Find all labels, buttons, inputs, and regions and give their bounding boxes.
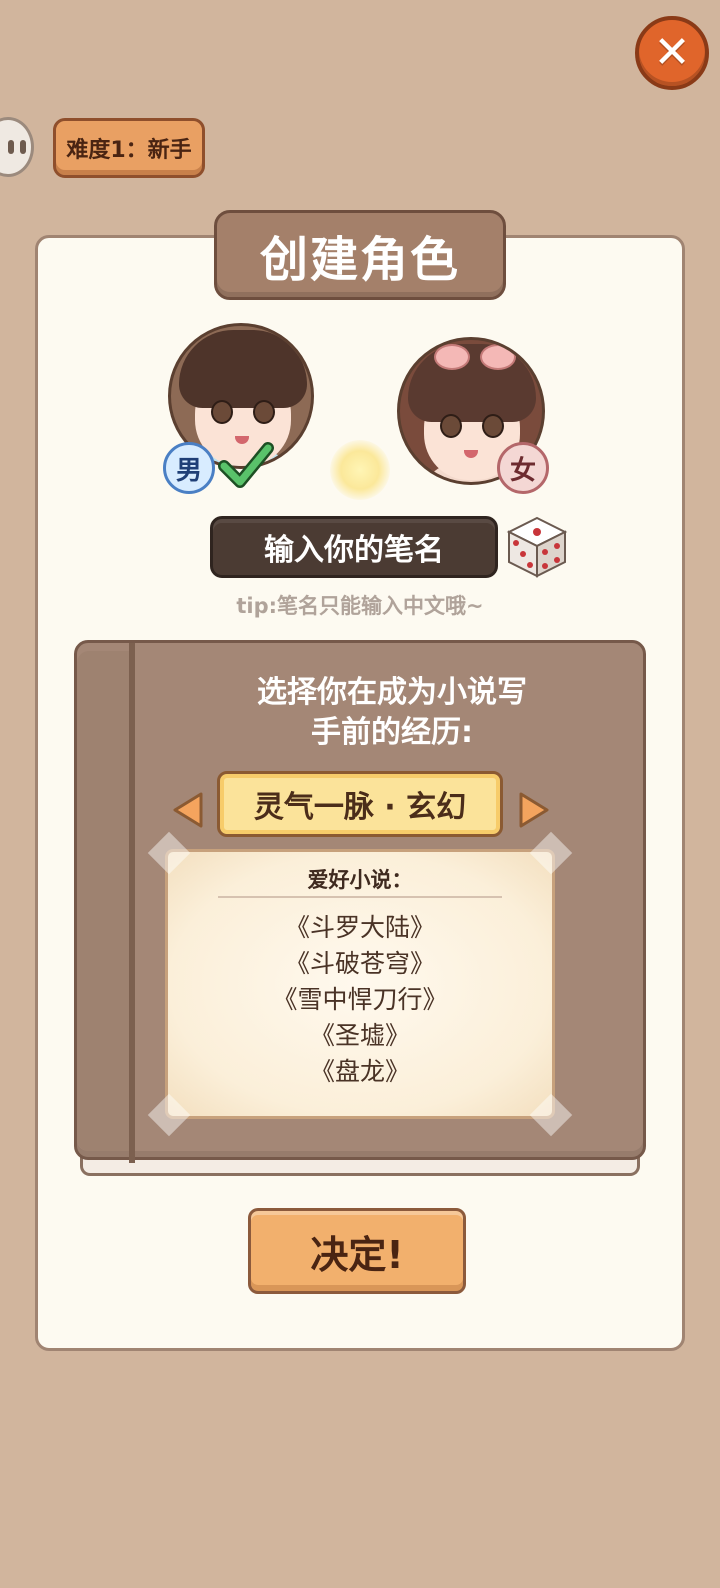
divider: [218, 896, 502, 898]
question-line-1: 选择你在成为小说写: [257, 675, 527, 710]
close-icon: ✕: [653, 27, 691, 78]
list-item: 《斗破苍穹》: [284, 949, 435, 978]
female-gender-badge[interactable]: 女: [497, 442, 549, 494]
mascot-icon[interactable]: [0, 117, 34, 177]
hobby-paper: 爱好小说： 《斗罗大陆》 《斗破苍穹》 《雪中悍刀行》 《圣墟》 《盘龙》: [147, 831, 573, 1137]
question-line-2: 手前的经历:: [311, 715, 473, 750]
list-item: 《斗罗大陆》: [284, 913, 435, 942]
pen-name-tip: tip:笔名只能输入中文哦~: [236, 594, 484, 618]
pen-name-input[interactable]: 输入你的笔名: [210, 516, 498, 578]
list-item: 《雪中悍刀行》: [272, 985, 448, 1014]
close-button[interactable]: ✕: [635, 16, 709, 90]
page-title: 创建角色: [214, 210, 506, 300]
checkmark-icon: [218, 442, 274, 488]
list-item: 《圣墟》: [309, 1021, 410, 1050]
world-selector[interactable]: 灵气一脉 · 玄幻: [217, 771, 503, 837]
novel-list: 《斗罗大陆》 《斗破苍穹》 《雪中悍刀行》 《圣墟》 《盘龙》: [168, 910, 552, 1090]
dice-icon[interactable]: [505, 514, 569, 580]
hobby-heading: 爱好小说：: [307, 868, 413, 892]
difficulty-badge[interactable]: 难度1：新手: [53, 118, 205, 178]
male-gender-badge[interactable]: 男: [163, 442, 215, 494]
confirm-button[interactable]: 决定!: [248, 1208, 466, 1294]
list-item: 《盘龙》: [309, 1057, 410, 1086]
experience-question: 选择你在成为小说写 手前的经历:: [135, 673, 649, 753]
glow-icon: [330, 440, 390, 500]
arrow-right-icon[interactable]: [517, 790, 551, 830]
experience-book: 选择你在成为小说写 手前的经历: 灵气一脉 · 玄幻 爱好小说： 《斗罗大陆》 …: [74, 640, 646, 1180]
arrow-left-icon[interactable]: [171, 790, 205, 830]
book-cover: 选择你在成为小说写 手前的经历: 灵气一脉 · 玄幻 爱好小说： 《斗罗大陆》 …: [74, 640, 649, 1163]
